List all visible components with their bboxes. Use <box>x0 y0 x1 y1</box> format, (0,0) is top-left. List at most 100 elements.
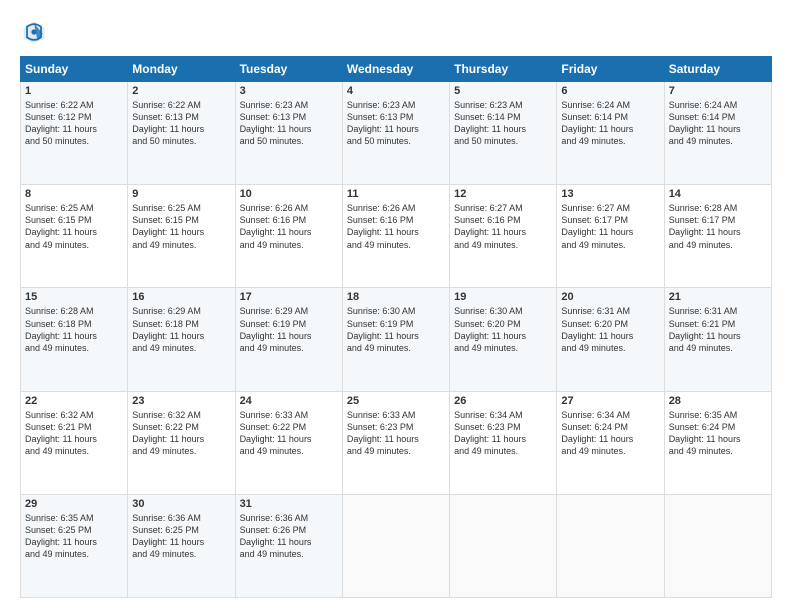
calendar-cell: 3 Sunrise: 6:23 AM Sunset: 6:13 PM Daylig… <box>235 82 342 185</box>
cell-sun-info: Sunrise: 6:35 AM Sunset: 6:25 PM Dayligh… <box>25 512 123 561</box>
day-number: 17 <box>240 291 338 303</box>
calendar-cell: 22 Sunrise: 6:32 AM Sunset: 6:21 PM Dayli… <box>21 391 128 494</box>
day-number: 12 <box>454 188 552 200</box>
calendar-cell: 2 Sunrise: 6:22 AM Sunset: 6:13 PM Daylig… <box>128 82 235 185</box>
calendar-cell: 14 Sunrise: 6:28 AM Sunset: 6:17 PM Dayli… <box>664 185 771 288</box>
weekday-header: Monday <box>128 57 235 82</box>
day-number: 24 <box>240 395 338 407</box>
calendar-cell: 24 Sunrise: 6:33 AM Sunset: 6:22 PM Dayli… <box>235 391 342 494</box>
day-number: 19 <box>454 291 552 303</box>
calendar-cell: 7Sunrise: 6:24 AM Sunset: 6:14 PM Daylig… <box>664 82 771 185</box>
calendar-cell <box>664 494 771 597</box>
calendar-cell: 10 Sunrise: 6:26 AM Sunset: 6:16 PM Dayli… <box>235 185 342 288</box>
day-number: 2 <box>132 85 230 97</box>
day-number: 25 <box>347 395 445 407</box>
calendar-cell: 5 Sunrise: 6:23 AM Sunset: 6:14 PM Daylig… <box>450 82 557 185</box>
weekday-header: Thursday <box>450 57 557 82</box>
day-number: 7 <box>669 85 767 97</box>
day-number: 10 <box>240 188 338 200</box>
calendar-cell: 15 Sunrise: 6:28 AM Sunset: 6:18 PM Dayli… <box>21 288 128 391</box>
calendar-cell: 17 Sunrise: 6:29 AM Sunset: 6:19 PM Dayli… <box>235 288 342 391</box>
calendar-cell: 18Sunrise: 6:30 AM Sunset: 6:19 PM Dayli… <box>342 288 449 391</box>
calendar-week-row: 8 Sunrise: 6:25 AM Sunset: 6:15 PM Daylig… <box>21 185 772 288</box>
cell-sun-info: Sunrise: 6:35 AM Sunset: 6:24 PM Dayligh… <box>669 409 767 458</box>
day-number: 15 <box>25 291 123 303</box>
calendar-cell: 11Sunrise: 6:26 AM Sunset: 6:16 PM Dayli… <box>342 185 449 288</box>
day-number: 4 <box>347 85 445 97</box>
calendar-cell <box>450 494 557 597</box>
cell-sun-info: Sunrise: 6:23 AM Sunset: 6:13 PM Dayligh… <box>347 99 445 148</box>
day-number: 8 <box>25 188 123 200</box>
day-number: 21 <box>669 291 767 303</box>
day-number: 5 <box>454 85 552 97</box>
calendar-table: SundayMondayTuesdayWednesdayThursdayFrid… <box>20 56 772 598</box>
calendar-cell: 19 Sunrise: 6:30 AM Sunset: 6:20 PM Dayli… <box>450 288 557 391</box>
calendar-cell: 13Sunrise: 6:27 AM Sunset: 6:17 PM Dayli… <box>557 185 664 288</box>
cell-sun-info: Sunrise: 6:22 AM Sunset: 6:12 PM Dayligh… <box>25 99 123 148</box>
calendar-week-row: 1 Sunrise: 6:22 AM Sunset: 6:12 PM Daylig… <box>21 82 772 185</box>
calendar-cell: 1 Sunrise: 6:22 AM Sunset: 6:12 PM Daylig… <box>21 82 128 185</box>
day-number: 26 <box>454 395 552 407</box>
calendar-cell: 4 Sunrise: 6:23 AM Sunset: 6:13 PM Daylig… <box>342 82 449 185</box>
cell-sun-info: Sunrise: 6:33 AM Sunset: 6:23 PM Dayligh… <box>347 409 445 458</box>
cell-sun-info: Sunrise: 6:27 AM Sunset: 6:17 PM Dayligh… <box>561 202 659 251</box>
calendar-cell: 26Sunrise: 6:34 AM Sunset: 6:23 PM Dayli… <box>450 391 557 494</box>
cell-sun-info: Sunrise: 6:23 AM Sunset: 6:14 PM Dayligh… <box>454 99 552 148</box>
calendar-week-row: 29 Sunrise: 6:35 AM Sunset: 6:25 PM Dayli… <box>21 494 772 597</box>
cell-sun-info: Sunrise: 6:30 AM Sunset: 6:20 PM Dayligh… <box>454 305 552 354</box>
cell-sun-info: Sunrise: 6:28 AM Sunset: 6:17 PM Dayligh… <box>669 202 767 251</box>
calendar-cell <box>557 494 664 597</box>
calendar-cell <box>342 494 449 597</box>
calendar-week-row: 22 Sunrise: 6:32 AM Sunset: 6:21 PM Dayli… <box>21 391 772 494</box>
cell-sun-info: Sunrise: 6:29 AM Sunset: 6:19 PM Dayligh… <box>240 305 338 354</box>
cell-sun-info: Sunrise: 6:26 AM Sunset: 6:16 PM Dayligh… <box>240 202 338 251</box>
calendar-cell: 30 Sunrise: 6:36 AM Sunset: 6:25 PM Dayli… <box>128 494 235 597</box>
calendar-cell: 23Sunrise: 6:32 AM Sunset: 6:22 PM Dayli… <box>128 391 235 494</box>
day-number: 31 <box>240 498 338 510</box>
weekday-header: Sunday <box>21 57 128 82</box>
day-number: 29 <box>25 498 123 510</box>
day-number: 22 <box>25 395 123 407</box>
weekday-header: Friday <box>557 57 664 82</box>
cell-sun-info: Sunrise: 6:32 AM Sunset: 6:21 PM Dayligh… <box>25 409 123 458</box>
calendar-week-row: 15 Sunrise: 6:28 AM Sunset: 6:18 PM Dayli… <box>21 288 772 391</box>
day-number: 30 <box>132 498 230 510</box>
day-number: 27 <box>561 395 659 407</box>
cell-sun-info: Sunrise: 6:23 AM Sunset: 6:13 PM Dayligh… <box>240 99 338 148</box>
cell-sun-info: Sunrise: 6:24 AM Sunset: 6:14 PM Dayligh… <box>561 99 659 148</box>
cell-sun-info: Sunrise: 6:22 AM Sunset: 6:13 PM Dayligh… <box>132 99 230 148</box>
calendar-cell: 8Sunrise: 6:25 AM Sunset: 6:15 PM Daylig… <box>21 185 128 288</box>
header <box>20 18 772 46</box>
logo-icon <box>20 18 48 46</box>
day-number: 3 <box>240 85 338 97</box>
day-number: 9 <box>132 188 230 200</box>
page: SundayMondayTuesdayWednesdayThursdayFrid… <box>0 0 792 612</box>
calendar-cell: 28Sunrise: 6:35 AM Sunset: 6:24 PM Dayli… <box>664 391 771 494</box>
cell-sun-info: Sunrise: 6:31 AM Sunset: 6:20 PM Dayligh… <box>561 305 659 354</box>
calendar-cell: 31Sunrise: 6:36 AM Sunset: 6:26 PM Dayli… <box>235 494 342 597</box>
day-number: 6 <box>561 85 659 97</box>
cell-sun-info: Sunrise: 6:30 AM Sunset: 6:19 PM Dayligh… <box>347 305 445 354</box>
day-number: 16 <box>132 291 230 303</box>
calendar-cell: 25 Sunrise: 6:33 AM Sunset: 6:23 PM Dayli… <box>342 391 449 494</box>
day-number: 1 <box>25 85 123 97</box>
calendar-cell: 27Sunrise: 6:34 AM Sunset: 6:24 PM Dayli… <box>557 391 664 494</box>
day-number: 11 <box>347 188 445 200</box>
weekday-header: Wednesday <box>342 57 449 82</box>
weekday-header: Saturday <box>664 57 771 82</box>
cell-sun-info: Sunrise: 6:27 AM Sunset: 6:16 PM Dayligh… <box>454 202 552 251</box>
day-number: 23 <box>132 395 230 407</box>
cell-sun-info: Sunrise: 6:33 AM Sunset: 6:22 PM Dayligh… <box>240 409 338 458</box>
header-row: SundayMondayTuesdayWednesdayThursdayFrid… <box>21 57 772 82</box>
cell-sun-info: Sunrise: 6:25 AM Sunset: 6:15 PM Dayligh… <box>132 202 230 251</box>
calendar-cell: 9 Sunrise: 6:25 AM Sunset: 6:15 PM Daylig… <box>128 185 235 288</box>
cell-sun-info: Sunrise: 6:36 AM Sunset: 6:25 PM Dayligh… <box>132 512 230 561</box>
cell-sun-info: Sunrise: 6:28 AM Sunset: 6:18 PM Dayligh… <box>25 305 123 354</box>
logo <box>20 18 52 46</box>
day-number: 20 <box>561 291 659 303</box>
day-number: 14 <box>669 188 767 200</box>
weekday-header: Tuesday <box>235 57 342 82</box>
calendar-cell: 20 Sunrise: 6:31 AM Sunset: 6:20 PM Dayli… <box>557 288 664 391</box>
calendar-cell: 6 Sunrise: 6:24 AM Sunset: 6:14 PM Daylig… <box>557 82 664 185</box>
cell-sun-info: Sunrise: 6:31 AM Sunset: 6:21 PM Dayligh… <box>669 305 767 354</box>
